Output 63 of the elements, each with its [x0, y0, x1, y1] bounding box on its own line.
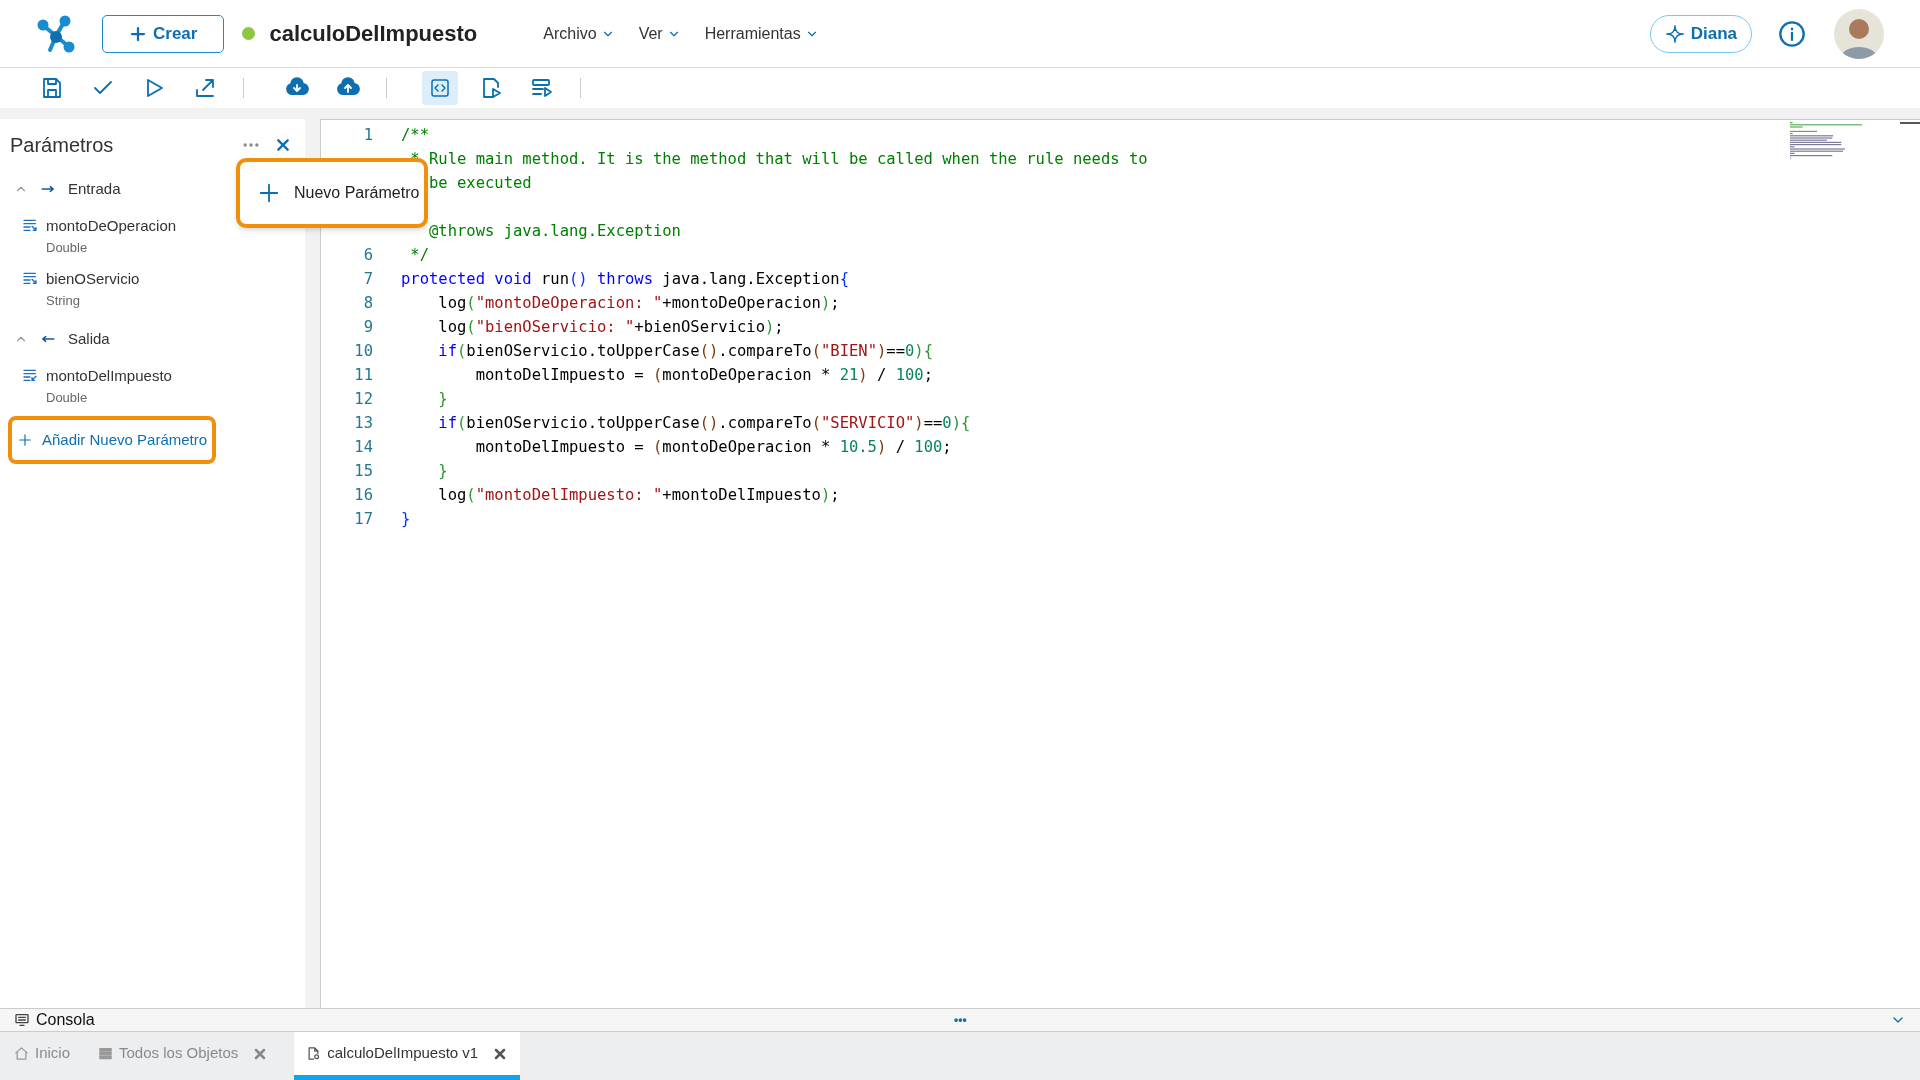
- line-number: 1: [362, 125, 373, 147]
- code-line: }: [437, 461, 448, 483]
- add-parameter-button[interactable]: Añadir Nuevo Parámetro: [8, 416, 216, 464]
- scrollbar-thumb[interactable]: [1900, 122, 1920, 124]
- line-number: 17: [353, 509, 373, 531]
- line-number: 10: [353, 341, 373, 363]
- code-line: log("montoDelImpuesto: "+montoDelImpuesto);: [437, 485, 840, 507]
- parameter-type: Double: [46, 388, 89, 407]
- code-line: /**: [401, 125, 429, 147]
- code-line: }: [401, 509, 411, 531]
- line-number: 14: [353, 437, 373, 459]
- tab[interactable]: calculoDelImpuesto v1: [294, 1032, 521, 1080]
- home-icon: [14, 1046, 29, 1061]
- line-number: 6: [362, 245, 373, 267]
- close-icon[interactable]: [275, 137, 291, 153]
- panel-title: Parámetros: [10, 133, 115, 158]
- line-number: 16: [353, 485, 373, 507]
- list-icon: [98, 1046, 114, 1061]
- close-icon[interactable]: [494, 1047, 507, 1060]
- console-label: Consola: [36, 1010, 95, 1030]
- parameter-name[interactable]: montoDeOperacion: [46, 215, 177, 238]
- document-title: calculoDelImpuesto: [269, 20, 478, 48]
- sparkle-icon: [1664, 23, 1685, 44]
- menu-item[interactable]: Herramientas: [704, 21, 819, 46]
- new-parameter-popup-menu[interactable]: Nuevo Parámetro: [236, 158, 428, 228]
- code-line: */: [409, 245, 429, 267]
- parameter-type: String: [46, 291, 81, 310]
- plus-icon: [258, 182, 280, 204]
- line-number: 12: [353, 389, 373, 411]
- parameter-name[interactable]: bienOServicio: [46, 268, 140, 291]
- logo-icon: [36, 13, 76, 54]
- info-icon[interactable]: [1778, 19, 1806, 48]
- console-icon: [14, 1012, 30, 1028]
- code-line: montoDelImpuesto = (montoDeOperacion * 10.5) / 100;: [474, 437, 952, 459]
- code-line: log("bienOServicio: "+bienOServicio);: [437, 317, 784, 339]
- code-line: log("montoDeOperacion: "+montoDeOperacion);: [437, 293, 840, 315]
- parameter-in-icon: [22, 270, 38, 286]
- menu-item[interactable]: Ver: [638, 21, 681, 46]
- avatar-icon[interactable]: [1834, 8, 1884, 59]
- more-button[interactable]: •••: [954, 1011, 967, 1029]
- code-line: protected void run() throws java.lang.Exception{: [401, 269, 849, 291]
- code-icon[interactable]: [422, 71, 458, 105]
- parameter-name[interactable]: montoDelImpuesto: [46, 365, 172, 388]
- plus-icon: [18, 433, 32, 447]
- code-line: if(bienOServicio.toUpperCase().compareTo("SERVICIO")==0){: [437, 413, 971, 435]
- line-number: 8: [362, 293, 373, 315]
- code-line: montoDelImpuesto = (montoDeOperacion * 21) / 100;: [474, 365, 933, 387]
- code-line: if(bienOServicio.toUpperCase().compareTo("BIEN")==0){: [437, 341, 933, 363]
- line-number: 11: [353, 365, 373, 387]
- line-number: 13: [353, 413, 373, 435]
- parameter-out-icon: [22, 367, 38, 383]
- line-number: 7: [362, 269, 373, 291]
- create-button[interactable]: Crear: [102, 14, 225, 53]
- parameter-type: Double: [46, 238, 89, 257]
- code-line: }: [437, 389, 448, 411]
- tree-group[interactable]: Salida: [0, 319, 305, 359]
- document-gear-icon: [306, 1046, 322, 1061]
- menu-item[interactable]: Archivo: [543, 21, 615, 46]
- line-number: 9: [362, 317, 373, 339]
- code-line: @throws java.lang.Exception: [428, 221, 681, 243]
- line-number: 15: [353, 461, 373, 483]
- plus-icon: [129, 24, 147, 43]
- parameter-in-icon: [22, 217, 38, 233]
